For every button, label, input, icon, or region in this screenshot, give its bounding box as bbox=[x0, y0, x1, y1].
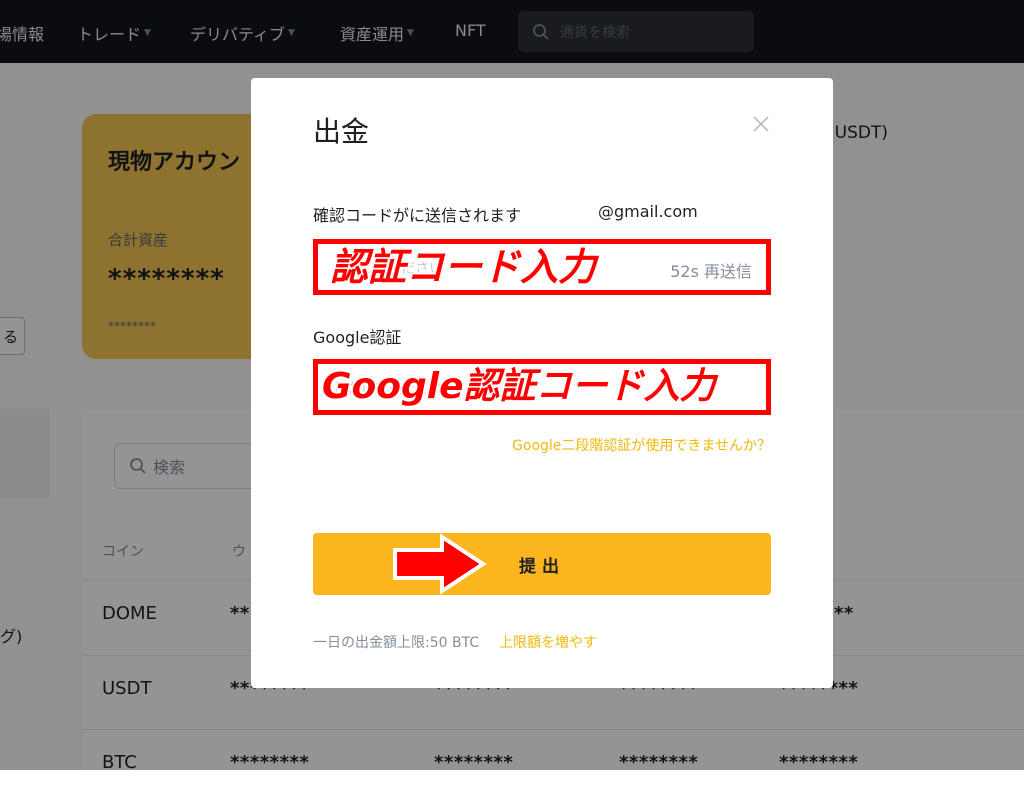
close-icon[interactable] bbox=[751, 114, 771, 134]
google-auth-label: Google認証 bbox=[313, 328, 402, 347]
google-auth-input[interactable]: 入力してください Google認証コード入力 bbox=[313, 359, 771, 415]
withdraw-dialog: 出金 確認コードがに送信されます @gmail.com 入力してください 認証コ… bbox=[251, 78, 833, 688]
annotation-code-entry: 認証コード入力 bbox=[330, 245, 597, 289]
email-address: @gmail.com bbox=[598, 202, 698, 221]
submit-button[interactable]: 提出 bbox=[313, 533, 771, 595]
dialog-title: 出金 bbox=[313, 115, 370, 148]
annotation-google-code-entry: Google認証コード入力 bbox=[322, 366, 716, 407]
submit-button-label: 提出 bbox=[519, 556, 565, 577]
daily-limit-text: 一日の出金額上限:50 BTC bbox=[313, 635, 480, 651]
increase-limit-link[interactable]: 上限額を増やす bbox=[499, 632, 597, 652]
verification-code-input[interactable]: 入力してください 認証コード入力 52s 再送信 bbox=[313, 239, 771, 295]
resend-code-button[interactable]: 52s 再送信 bbox=[670, 258, 752, 282]
google-auth-help-link[interactable]: Google二段階認証が使用できませんか？ bbox=[512, 435, 771, 455]
verification-code-label: 確認コードがに送信されます bbox=[313, 206, 522, 225]
